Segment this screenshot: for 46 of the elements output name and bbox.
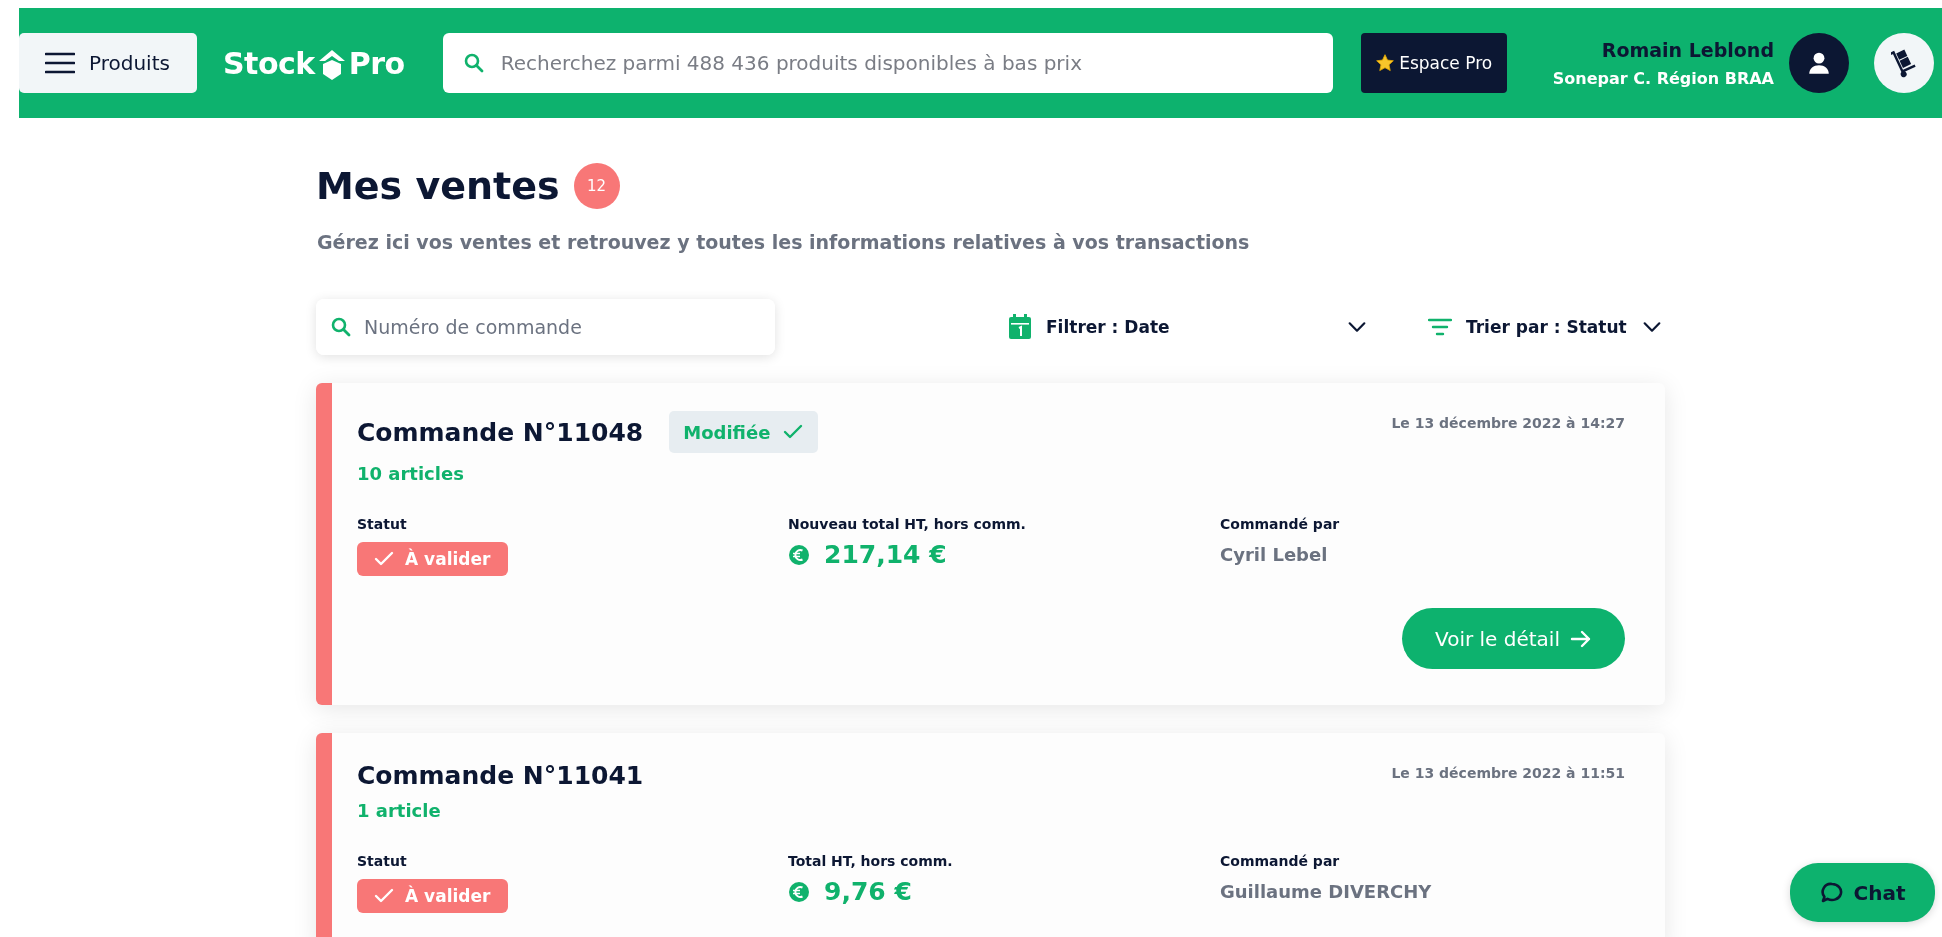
chat-button[interactable]: Chat	[1790, 863, 1935, 922]
article-count: 10 articles	[357, 463, 465, 484]
order-title: Commande N°11048	[357, 417, 644, 447]
status-badge: À valider	[357, 542, 509, 576]
euro-icon	[788, 543, 810, 566]
article-count: 1 article	[357, 800, 442, 821]
order-date: Le 13 décembre 2022 à 11:51	[1391, 764, 1625, 781]
field-label: Total HT, hors comm.	[788, 853, 954, 869]
date-filter-dropdown[interactable]: Filtrer : Date	[1008, 314, 1368, 340]
chat-bubble-icon	[1819, 880, 1844, 905]
page-subtitle: Gérez ici vos ventes et retrouvez y toutes les informations relatives à vos transactions	[317, 231, 1251, 253]
search-icon	[462, 52, 485, 74]
company-name: Sonepar C. Région BRAA	[1552, 68, 1774, 88]
star-icon	[1375, 53, 1396, 73]
status-badge: À valider	[357, 879, 509, 913]
pro-space-button[interactable]: Espace Pro	[1360, 33, 1507, 93]
search-icon	[330, 316, 352, 338]
customer-name: Cyril Lebel	[1220, 544, 1329, 565]
modified-tag: Modifiée	[669, 411, 819, 453]
total-amount: 217,14 €	[824, 540, 947, 569]
count-badge: 12	[573, 163, 620, 209]
calendar-icon	[1008, 314, 1032, 340]
field-label: Statut	[357, 516, 408, 532]
menu-icon	[45, 52, 75, 74]
filter-lines-icon	[1428, 317, 1452, 337]
field-label: Commandé par	[1220, 516, 1341, 532]
order-search-field[interactable]: Numéro de commande	[316, 299, 775, 355]
total-amount: 9,76 €	[824, 877, 912, 906]
logo-text: Stock	[223, 45, 315, 81]
menu-button[interactable]: Produits	[19, 33, 197, 93]
customer-name: Guillaume DIVERCHY	[1220, 881, 1433, 902]
order-title: Commande N°11041	[357, 761, 644, 790]
page-title: Mes ventes	[316, 164, 560, 208]
user-name: Romain Leblond	[1600, 38, 1774, 61]
order-date: Le 13 décembre 2022 à 14:27	[1391, 414, 1625, 431]
euro-icon	[788, 880, 810, 903]
field-label: Nouveau total HT, hors comm.	[788, 516, 1027, 532]
hand-truck-icon	[1891, 48, 1917, 78]
sort-dropdown[interactable]: Trier par : Statut	[1428, 316, 1663, 338]
field-label: Statut	[357, 853, 408, 869]
user-icon	[1806, 50, 1832, 76]
account-button[interactable]	[1789, 33, 1849, 93]
cart-button[interactable]	[1874, 33, 1934, 93]
logo-text: Pro	[348, 45, 405, 81]
field-label: Commandé par	[1220, 853, 1341, 869]
search-field[interactable]: Recherchez parmi 488 436 produits disponibles à bas prix	[442, 33, 1333, 93]
